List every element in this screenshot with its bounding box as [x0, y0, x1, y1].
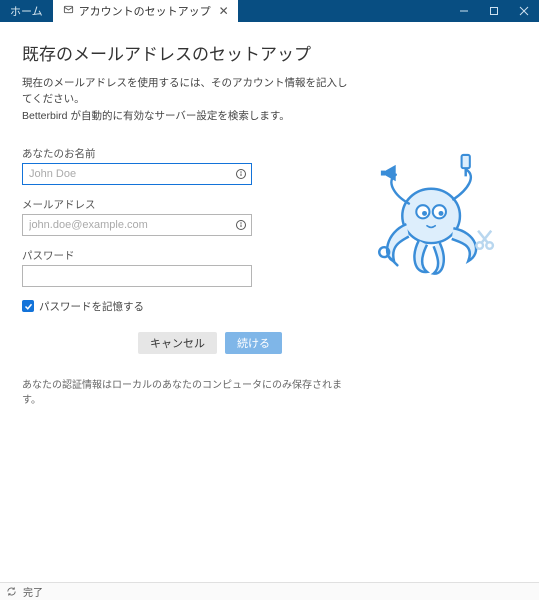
continue-button[interactable]: 続ける — [225, 332, 282, 354]
tab-home[interactable]: ホーム — [0, 0, 53, 22]
email-field-block: メールアドレス — [22, 197, 352, 236]
password-field-block: パスワード — [22, 248, 352, 287]
remember-password-label: パスワードを記憶する — [39, 299, 144, 314]
name-input[interactable] — [22, 163, 252, 185]
octopus-illustration — [342, 150, 512, 290]
content-area: 既存のメールアドレスのセットアップ 現在のメールアドレスを使用するには、そのアカ… — [0, 22, 539, 582]
email-input[interactable] — [22, 214, 252, 236]
name-label: あなたのお名前 — [22, 146, 352, 161]
window-controls — [449, 0, 539, 22]
close-tab-icon[interactable]: ✕ — [216, 4, 232, 18]
intro-line-2: Betterbird が自動的に有効なサーバー設定を検索します。 — [22, 110, 290, 122]
sync-icon — [6, 586, 17, 597]
page-heading: 既存のメールアドレスのセットアップ — [22, 40, 352, 65]
button-row: キャンセル 続ける — [138, 332, 352, 354]
mail-icon — [63, 4, 74, 18]
form-column: 既存のメールアドレスのセットアップ 現在のメールアドレスを使用するには、そのアカ… — [22, 40, 352, 582]
password-input[interactable] — [22, 265, 252, 287]
intro-text: 現在のメールアドレスを使用するには、そのアカウント情報を記入してください。 Be… — [22, 75, 352, 124]
status-text: 完了 — [23, 584, 43, 599]
checkbox-checked-icon[interactable] — [22, 300, 34, 312]
footnote-text: あなたの認証情報はローカルのあなたのコンピュータにのみ保存されます。 — [22, 376, 352, 406]
info-icon[interactable] — [235, 219, 247, 231]
titlebar: ホーム アカウントのセットアップ ✕ — [0, 0, 539, 22]
email-label: メールアドレス — [22, 197, 352, 212]
cancel-button[interactable]: キャンセル — [138, 332, 217, 354]
tab-account-setup[interactable]: アカウントのセットアップ ✕ — [53, 0, 238, 22]
status-bar: 完了 — [0, 582, 539, 600]
password-label: パスワード — [22, 248, 352, 263]
maximize-button[interactable] — [479, 0, 509, 22]
info-icon[interactable] — [235, 168, 247, 180]
minimize-button[interactable] — [449, 0, 479, 22]
intro-line-1: 現在のメールアドレスを使用するには、そのアカウント情報を記入してください。 — [22, 77, 348, 105]
tab-home-label: ホーム — [10, 3, 43, 19]
tab-account-setup-label: アカウントのセットアップ — [79, 3, 211, 19]
close-window-button[interactable] — [509, 0, 539, 22]
illustration-column — [352, 40, 521, 582]
name-field-block: あなたのお名前 — [22, 146, 352, 185]
remember-password-row[interactable]: パスワードを記憶する — [22, 299, 352, 314]
